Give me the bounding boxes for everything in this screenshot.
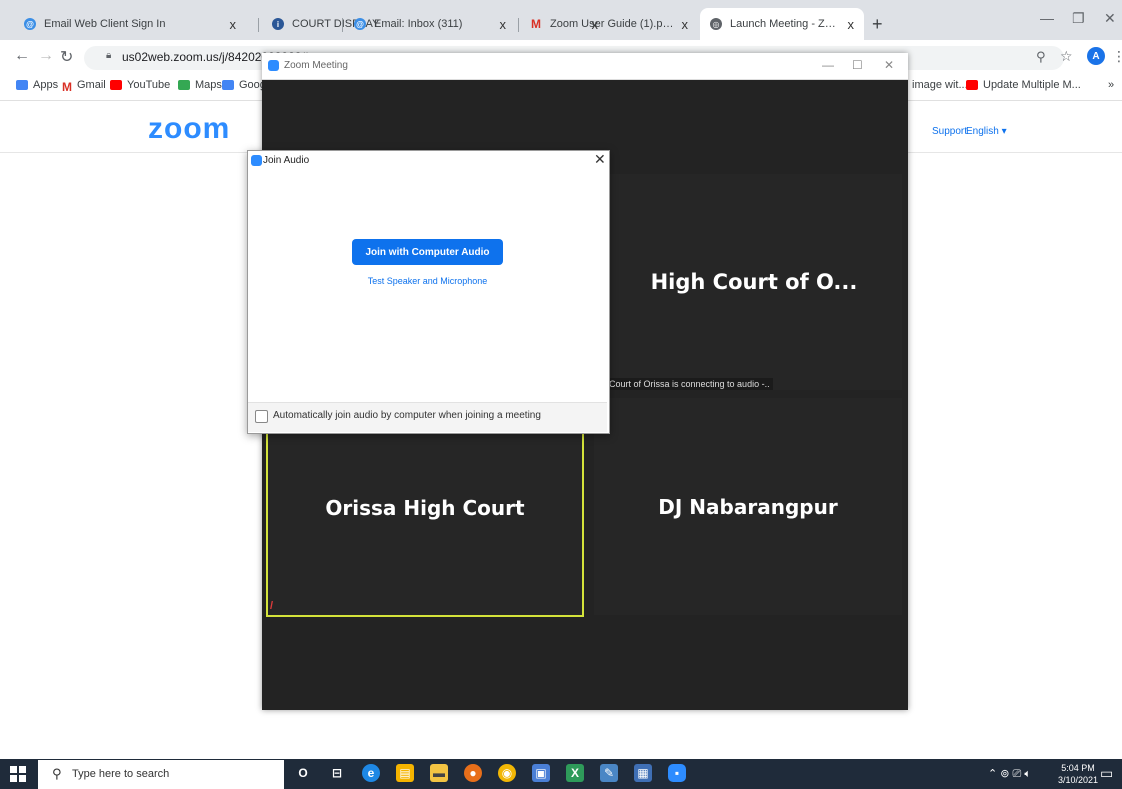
bookmark-label: Apps (33, 79, 59, 91)
court-display-icon: i (272, 18, 284, 30)
minimize-icon[interactable]: — (1040, 10, 1054, 26)
youtube-icon (110, 80, 122, 90)
notes-icon[interactable]: ▦ (634, 764, 652, 782)
tab-label: Email: Inbox (311) (374, 18, 463, 30)
edge-icon[interactable]: e (362, 764, 380, 782)
support-link[interactable]: Support (932, 126, 967, 137)
search-icon: ⚲ (52, 766, 62, 781)
taskbar-search-placeholder[interactable]: Type here to search (72, 768, 169, 780)
bookmark-apps[interactable]: Apps (16, 79, 58, 91)
file-explorer-icon[interactable]: ▬ (430, 764, 448, 782)
tab-separator (258, 18, 259, 32)
bookmark-label: YouTube (127, 79, 171, 91)
video-tile-dj-nabarangpur[interactable]: DJ Nabarangpur (594, 398, 902, 615)
apps-grid-icon (16, 80, 28, 90)
meeting-title-bar (262, 53, 908, 80)
store-icon[interactable]: ▤ (396, 764, 414, 782)
email-client-icon: @ (354, 18, 366, 30)
zoom-app-icon (251, 155, 262, 169)
join-audio-dialog (247, 150, 610, 434)
bookmark-star-icon[interactable]: ☆ (1060, 48, 1073, 65)
gmail-icon: M (62, 80, 72, 94)
zoom-logo[interactable]: zoom (148, 112, 230, 146)
close-icon[interactable]: ✕ (884, 58, 894, 72)
windows-start-icon[interactable] (10, 766, 26, 782)
new-tab-button[interactable]: + (872, 14, 883, 35)
bookmark-label: Gmail (77, 79, 106, 91)
join-computer-audio-button[interactable]: Join with Computer Audio (352, 239, 503, 265)
lock-icon: 🔒︎ (106, 50, 112, 61)
tab-email-web-client[interactable]: @ Email Web Client Sign In x (14, 8, 246, 40)
participant-name: High Court of O... (650, 270, 858, 294)
maximize-icon[interactable]: ☐ (852, 58, 863, 72)
close-icon[interactable]: x (230, 17, 237, 32)
bookmark-label: image wit... (912, 79, 968, 91)
bookmark-youtube[interactable]: YouTube (110, 79, 170, 91)
close-icon[interactable]: ✕ (594, 151, 606, 168)
minimize-icon[interactable]: — (822, 58, 834, 72)
chrome-icon[interactable]: ◉ (498, 764, 516, 782)
bookmark-label: Maps (195, 79, 222, 91)
taskbar-clock[interactable]: 5:04 PM 3/10/2021 (1058, 762, 1098, 786)
excel-icon[interactable]: X (566, 764, 584, 782)
test-speaker-link[interactable]: Test Speaker and Microphone (340, 276, 515, 286)
cortana-icon[interactable]: O (294, 764, 312, 782)
reload-icon[interactable]: ↻ (60, 47, 73, 67)
auto-join-label[interactable]: Automatically join audio by computer whe… (273, 410, 541, 421)
bookmark-maps[interactable]: Maps (178, 79, 222, 91)
video-tile-high-court[interactable]: High Court of O... (606, 174, 902, 390)
tab-separator (518, 18, 519, 32)
back-icon[interactable]: ← (14, 47, 30, 65)
zoom-page-icon[interactable]: ⚲ (1036, 49, 1046, 65)
close-icon[interactable]: x (848, 17, 855, 32)
participant-name: Orissa High Court (325, 495, 525, 520)
tab-zoom-user-guide[interactable]: M Zoom User Guide (1).pdf - ashis x (520, 8, 698, 40)
clock-time: 5:04 PM (1061, 763, 1095, 773)
email-client-icon: @ (24, 18, 36, 30)
maps-icon (178, 80, 190, 90)
notification-icon[interactable]: ▭ (1100, 765, 1113, 782)
close-icon[interactable]: x (682, 17, 689, 32)
bookmark-google[interactable]: Goog (222, 79, 266, 91)
language-select[interactable]: English ▾ (966, 126, 1007, 137)
gmail-icon: M (531, 17, 541, 31)
menu-icon[interactable]: ⋮ (1112, 48, 1122, 65)
profile-avatar[interactable]: A (1087, 47, 1105, 65)
auto-join-checkbox[interactable] (255, 410, 268, 423)
dialog-title: Join Audio (263, 155, 310, 166)
meeting-window-title: Zoom Meeting (284, 60, 348, 71)
paint-icon[interactable]: ✎ (600, 764, 618, 782)
bookmarks-overflow[interactable]: » (1108, 79, 1114, 91)
system-tray-icons[interactable]: ⌃ ⊚ ⎚ 🔈︎ (988, 767, 1031, 781)
tab-launch-meeting-zoom[interactable]: ◎ Launch Meeting - Zoom x (700, 8, 864, 40)
bookmark-label: Update Multiple M... (983, 79, 1081, 91)
zoom-app-icon (268, 60, 279, 74)
globe-icon: ◎ (710, 18, 722, 30)
photos-icon[interactable]: ▣ (532, 764, 550, 782)
connecting-status: Court of Orissa is connecting to audio -… (606, 378, 773, 390)
restore-icon[interactable]: ❐ (1072, 10, 1085, 27)
tab-label: Email Web Client Sign In (44, 18, 166, 30)
youtube-icon (966, 80, 978, 90)
bookmark-update-multiple[interactable]: Update Multiple M... (966, 79, 1081, 91)
clock-date: 3/10/2021 (1058, 775, 1099, 785)
task-view-icon[interactable]: ⊟ (328, 764, 346, 782)
bookmark-gmail[interactable]: M Gmail (62, 79, 106, 94)
tab-separator (342, 18, 343, 32)
tab-email-inbox[interactable]: @ Email: Inbox (311) x (344, 8, 516, 40)
tab-label: Zoom User Guide (1).pdf - ashis (550, 18, 674, 30)
participant-name: DJ Nabarangpur (658, 494, 838, 519)
close-icon[interactable]: x (500, 17, 507, 32)
firefox-icon[interactable]: ● (464, 764, 482, 782)
zoom-taskbar-icon[interactable]: ▪ (668, 764, 686, 782)
bookmark-image-with[interactable]: image wit... (912, 79, 968, 91)
tab-label: Launch Meeting - Zoom (730, 18, 840, 30)
google-icon (222, 80, 234, 90)
window-close-icon[interactable]: ✕ (1104, 10, 1116, 27)
forward-icon[interactable]: → (38, 47, 54, 65)
muted-mic-icon: / (270, 600, 274, 612)
